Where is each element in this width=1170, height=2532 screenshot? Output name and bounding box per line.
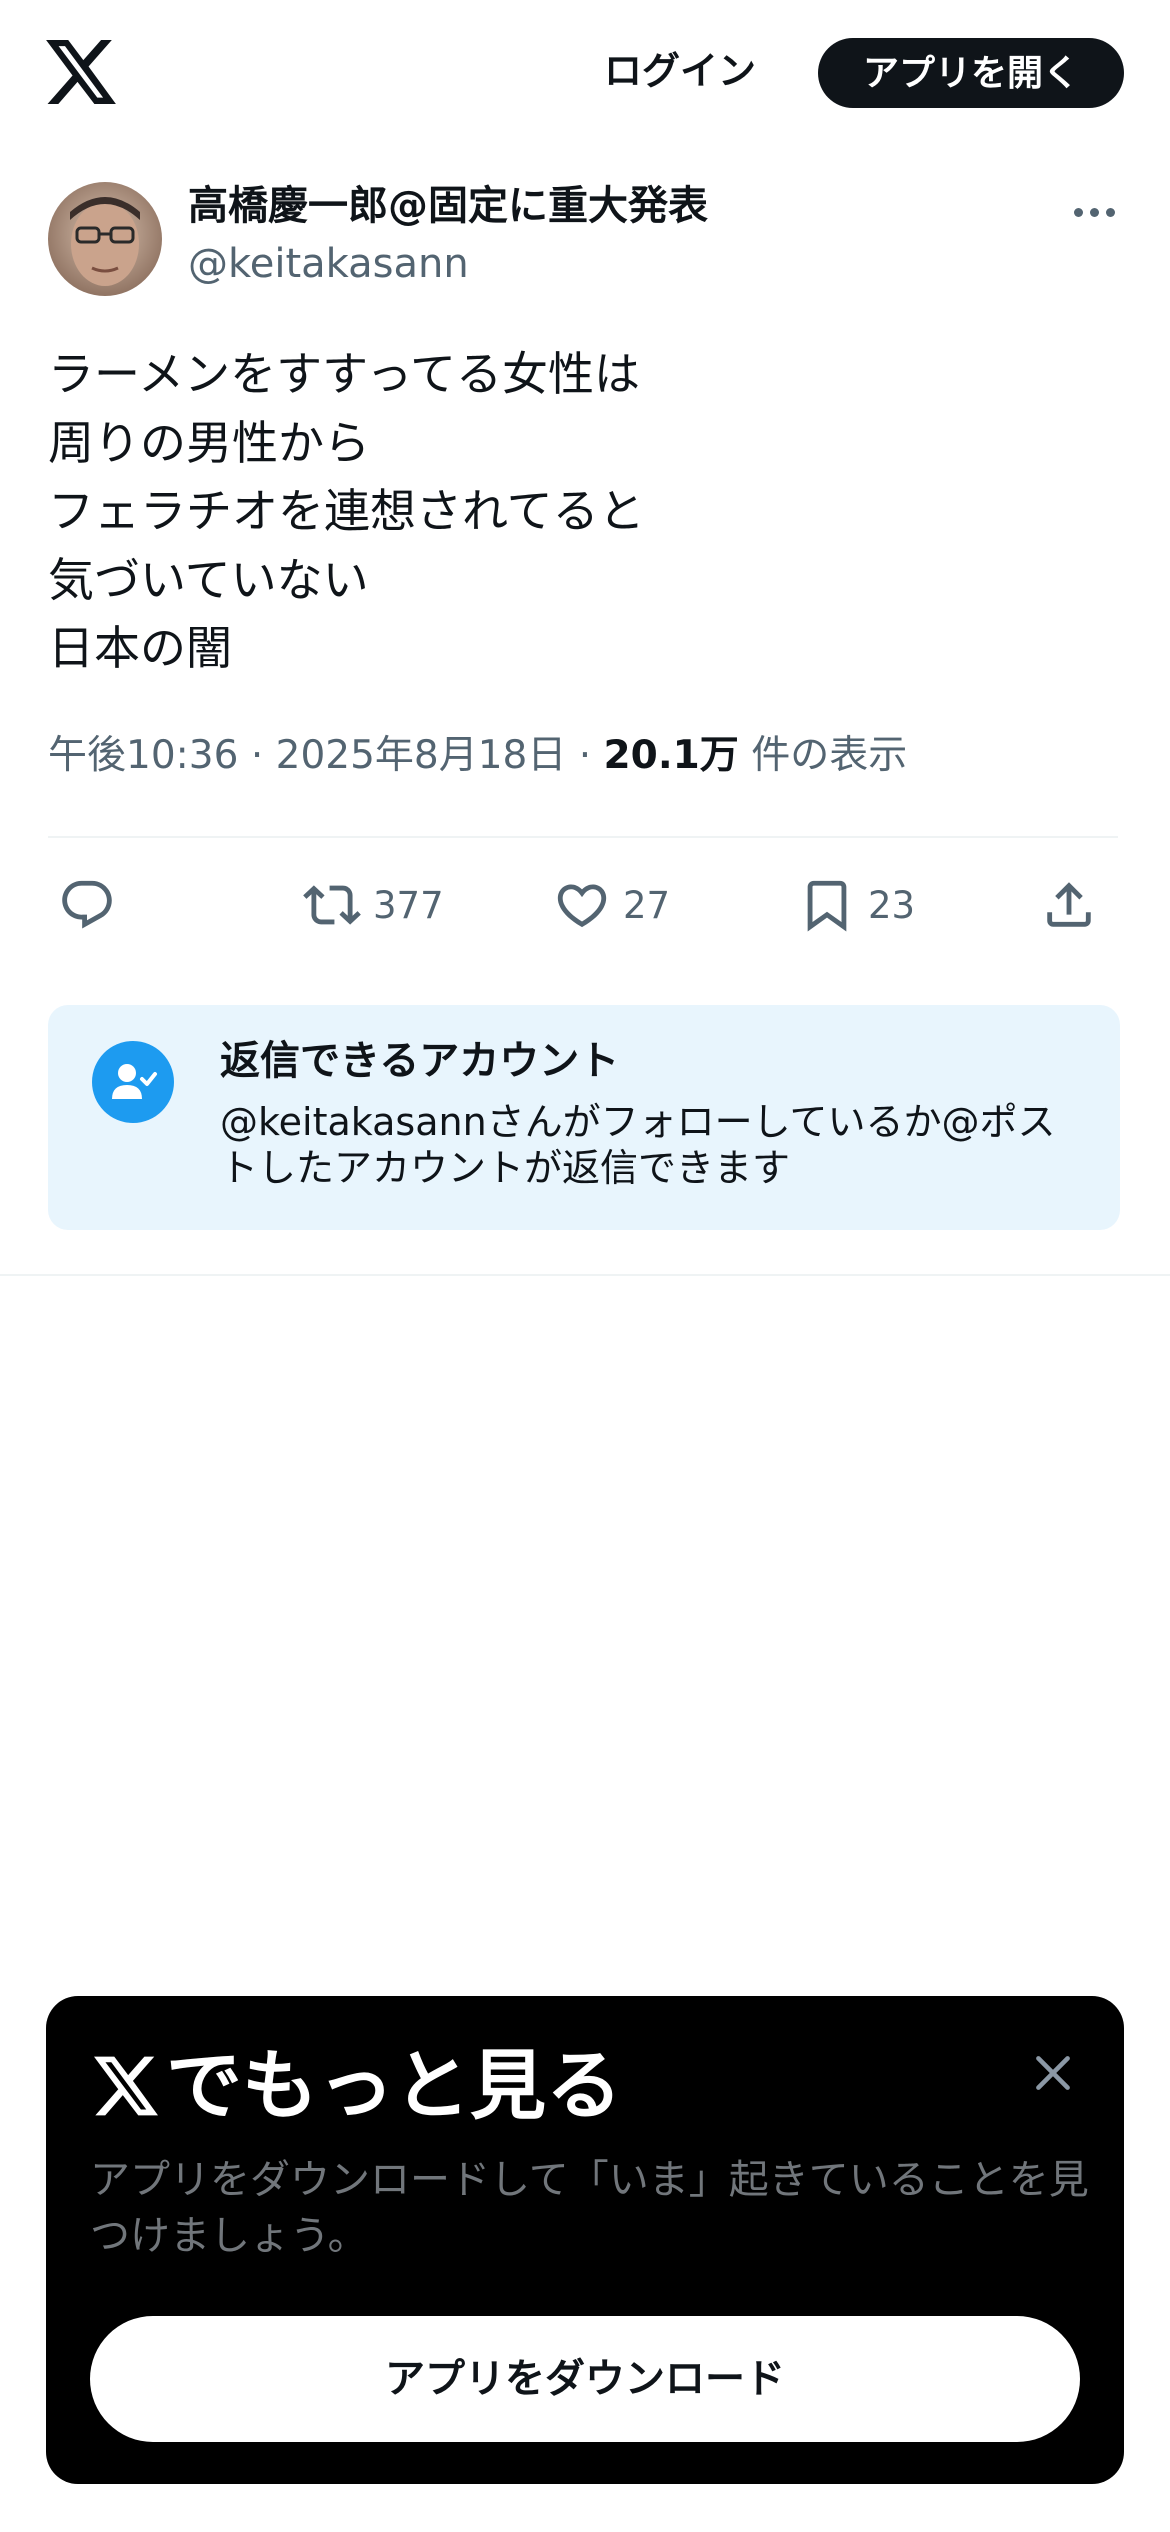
share-icon [1047,882,1091,927]
views-count: 20.1万 [603,733,739,778]
bookmark-icon [807,880,847,932]
divider [48,836,1118,838]
top-bar: ログイン アプリを開く [0,0,1170,145]
x-logo-icon[interactable] [46,40,116,104]
bookmark-count: 23 [868,883,916,927]
author-name[interactable]: 高橋慶一郎@固定に重大発表 [188,180,708,232]
tweet-line: ラーメンをすすってる女性は [48,347,641,401]
share-button[interactable] [1040,860,1098,950]
reply-card-title: 返信できるアカウント [220,1038,620,1084]
reply-card-description: @keitakasannさんがフォローしているか@ポストしたアカウントが返信でき… [220,1100,1056,1190]
tweet-time[interactable]: 午後10:36 [48,733,238,778]
like-button[interactable]: 27 [553,860,670,950]
app-promo-sheet: でもっと見る アプリをダウンロードして「いま」起きていることを見つけましょう。 … [46,1996,1124,2484]
heart-icon [557,884,607,928]
retweet-icon [303,885,361,925]
tweet-line: フェラチオを連想されてると [48,484,645,538]
tweet-line: 周りの男性から [48,415,370,470]
views-label: 件の表示 [751,733,908,778]
tweet-page: ログイン アプリを開く 高橋慶一郎@固定に重大発表 @keitakasann ラ… [0,0,1170,2532]
sheet-title: でもっと見る [94,2036,622,2136]
avatar-image [48,182,162,296]
sheet-description: アプリをダウンロードして「いま」起きていることを見つけましょう。 [90,2157,1089,2259]
tweet-text: ラーメンをすすってる女性は 周りの男性から フェラチオを連想されてると 気づいて… [48,340,1118,683]
meta-separator: · [250,733,264,778]
reply-button[interactable] [58,860,128,950]
reply-restriction-card: 返信できるアカウント @keitakasannさんがフォローしているか@ポストし… [48,1005,1120,1230]
bookmark-button[interactable]: 23 [798,860,915,950]
tweet-line: 日本の闇 [48,621,232,675]
tweet-meta: 午後10:36 · 2025年8月18日 · 20.1万 件の表示 [48,726,907,786]
login-link[interactable]: ログイン [580,44,780,98]
person-check-icon [92,1041,174,1123]
x-logo-icon [94,2056,158,2116]
avatar[interactable] [48,182,162,296]
retweet-button[interactable]: 377 [303,860,444,950]
download-app-button[interactable]: アプリをダウンロード [90,2316,1080,2442]
retweet-count: 377 [373,883,444,927]
author-handle[interactable]: @keitakasann [188,238,469,290]
action-bar: 377 27 23 [48,860,1128,950]
reply-icon [62,880,112,929]
close-icon[interactable] [1028,2048,1078,2098]
tweet-date[interactable]: 2025年8月18日 [276,733,567,778]
tweet-line: 気づいていない [48,552,369,607]
open-app-button[interactable]: アプリを開く [818,38,1124,108]
sheet-title-text: でもっと見る [166,2041,622,2130]
more-horizontal-icon[interactable] [1068,190,1120,234]
like-count: 27 [623,883,671,927]
meta-separator: · [578,733,592,778]
divider [0,1274,1170,1276]
